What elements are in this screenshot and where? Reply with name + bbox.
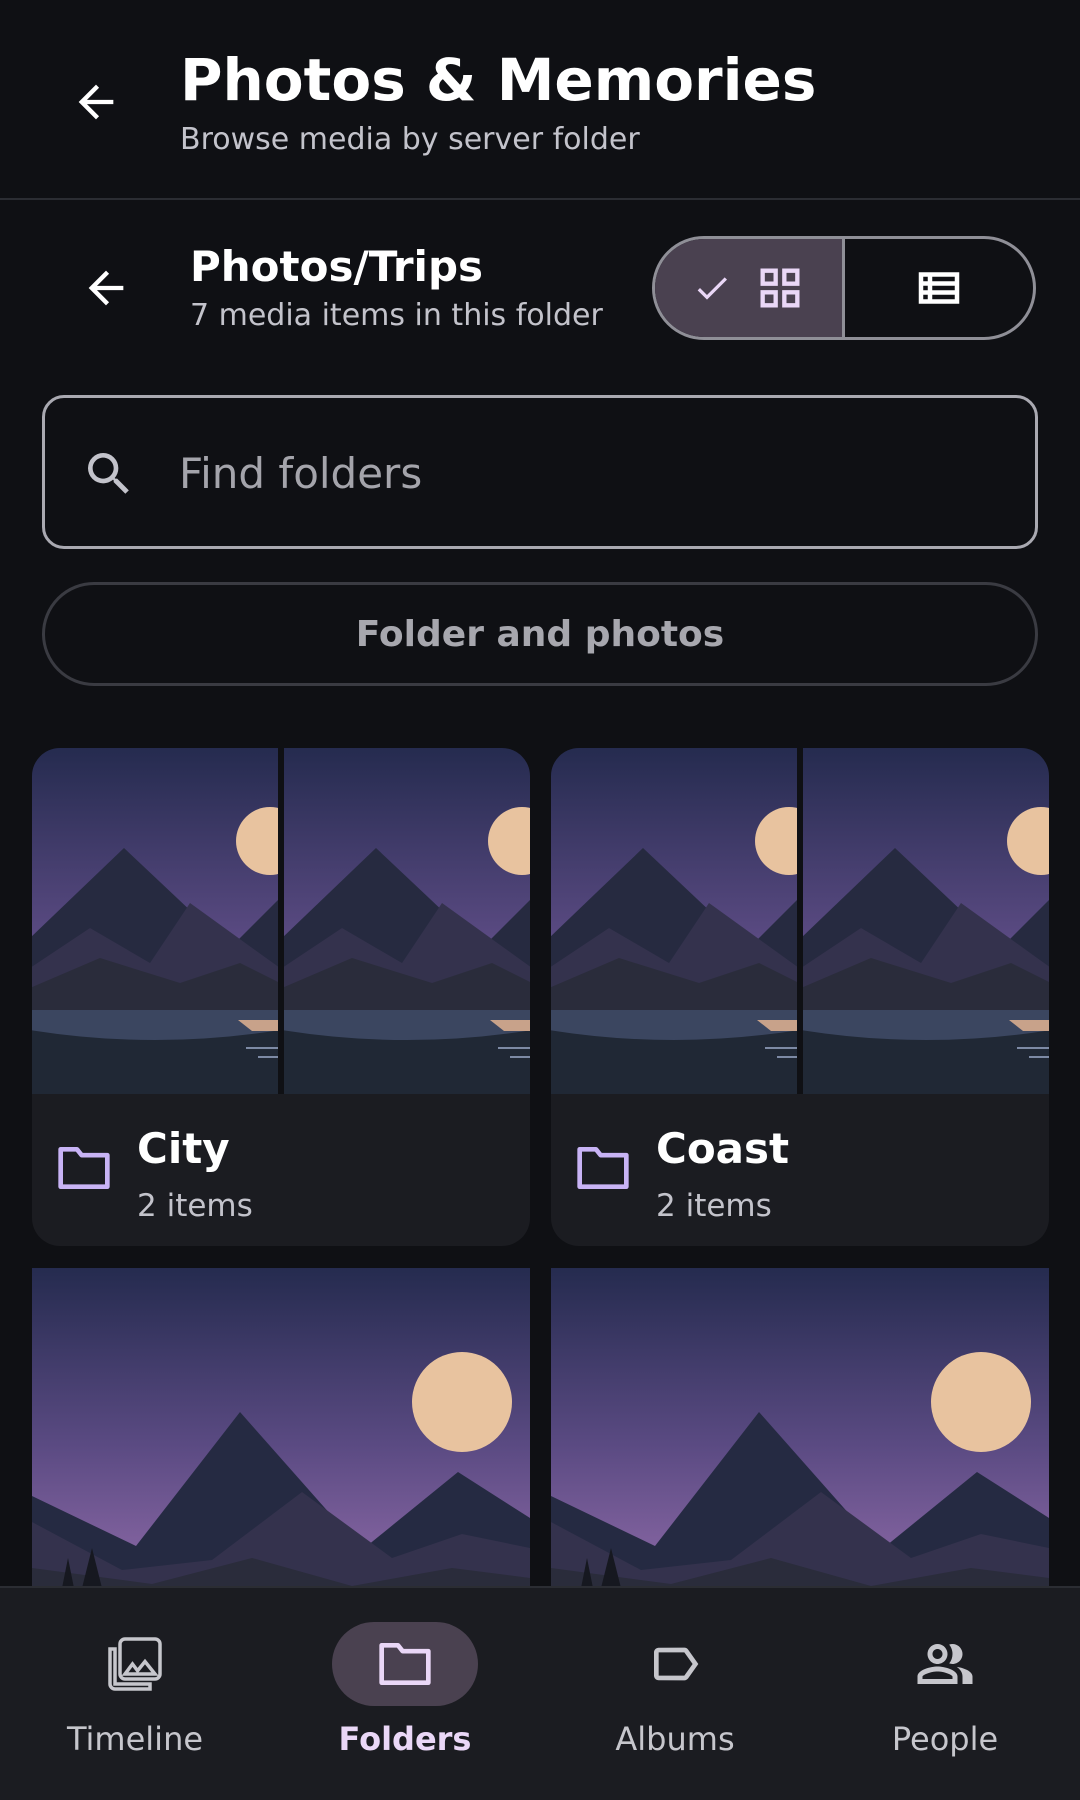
- folder-item-count: 7 media items in this folder: [190, 298, 603, 333]
- folder-icon: [379, 1643, 431, 1685]
- folder-name: City: [137, 1124, 230, 1173]
- photo-item[interactable]: [32, 1268, 530, 1588]
- folder-thumbnails: [551, 748, 1049, 1094]
- folder-icon: [577, 1147, 629, 1189]
- folder-card-coast[interactable]: Coast 2 items: [551, 748, 1049, 1246]
- arrow-back-icon: [88, 270, 124, 306]
- thumbnail-image: [803, 748, 1049, 1094]
- folder-header: Photos/Trips 7 media items in this folde…: [0, 202, 1080, 362]
- folder-icon: [58, 1147, 110, 1189]
- search-input[interactable]: [179, 428, 999, 518]
- nav-item-timeline[interactable]: Timeline: [0, 1588, 270, 1800]
- view-mode-toggle: [652, 236, 1036, 340]
- search-icon: [88, 453, 129, 494]
- folder-search: [42, 395, 1038, 549]
- nav-label: Folders: [338, 1720, 472, 1758]
- grid-view-button[interactable]: [655, 239, 845, 337]
- list-view-button[interactable]: [845, 239, 1033, 337]
- list-icon: [918, 272, 960, 304]
- nav-label: Timeline: [66, 1720, 204, 1758]
- grid-icon: [760, 268, 799, 308]
- folder-name: Coast: [656, 1124, 790, 1173]
- page-title: Photos & Memories: [180, 46, 817, 114]
- nav-item-folders[interactable]: Folders: [270, 1588, 540, 1800]
- bottom-navigation: Timeline Folders Albums People: [0, 1586, 1080, 1800]
- photo-item[interactable]: [551, 1268, 1049, 1588]
- folder-path: Photos/Trips: [190, 242, 484, 291]
- folder-thumbnails: [32, 748, 530, 1094]
- folder-up-button[interactable]: [72, 254, 140, 322]
- filter-chip[interactable]: Folder and photos: [42, 582, 1038, 686]
- label-icon: [654, 1647, 699, 1681]
- nav-label: People: [891, 1720, 999, 1758]
- thumbnail-image: [551, 748, 797, 1094]
- nav-item-albums[interactable]: Albums: [540, 1588, 810, 1800]
- people-icon: [917, 1644, 973, 1684]
- arrow-back-icon: [78, 84, 114, 120]
- thumbnail-image: [32, 748, 278, 1094]
- nav-item-people[interactable]: People: [810, 1588, 1080, 1800]
- thumbnail-image: [284, 748, 530, 1094]
- top-app-bar: Photos & Memories Browse media by server…: [0, 0, 1080, 200]
- timeline-icon: [108, 1637, 162, 1691]
- check-icon: [697, 277, 727, 300]
- page-subtitle: Browse media by server folder: [180, 122, 640, 157]
- folder-card-city[interactable]: City 2 items: [32, 748, 530, 1246]
- nav-label: Albums: [615, 1720, 735, 1758]
- folder-item-count: 2 items: [656, 1188, 772, 1224]
- folder-item-count: 2 items: [137, 1188, 253, 1224]
- back-button[interactable]: [62, 68, 130, 136]
